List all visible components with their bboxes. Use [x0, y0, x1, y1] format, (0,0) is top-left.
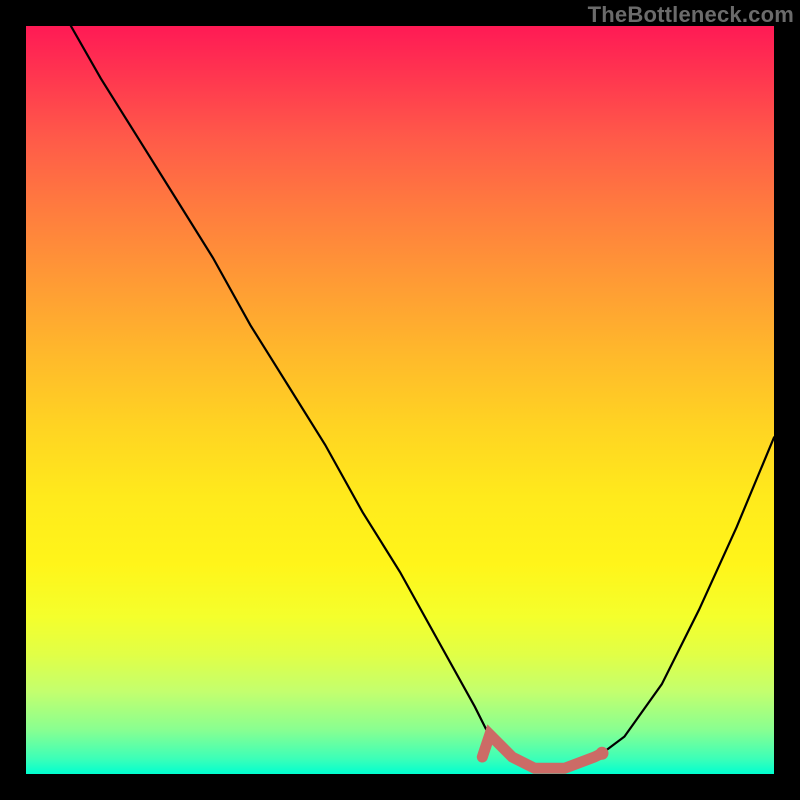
chart-frame: TheBottleneck.com: [0, 0, 800, 800]
optimal-end-dot: [596, 747, 609, 760]
bottleneck-curve: [26, 26, 774, 774]
optimal-band-marker: [482, 735, 602, 769]
watermark-text: TheBottleneck.com: [588, 2, 794, 28]
plot-area: [26, 26, 774, 774]
curve-path: [71, 26, 774, 770]
